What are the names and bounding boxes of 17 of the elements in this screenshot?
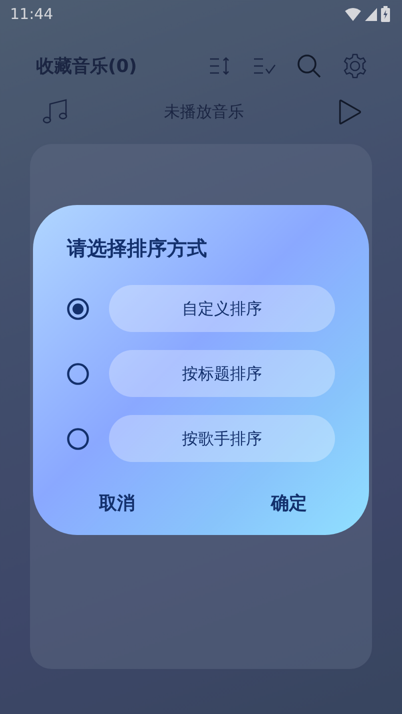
music-note-icon xyxy=(42,98,70,126)
radio-button[interactable] xyxy=(67,428,89,450)
cancel-button[interactable]: 取消 xyxy=(91,486,143,521)
settings-icon[interactable] xyxy=(342,53,368,79)
status-time: 11:44 xyxy=(10,4,54,25)
confirm-button[interactable]: 确定 xyxy=(263,486,315,521)
search-icon[interactable] xyxy=(296,53,322,79)
sort-option[interactable]: 自定义排序 xyxy=(109,285,335,332)
play-icon[interactable] xyxy=(338,98,362,126)
signal-icon xyxy=(365,8,377,20)
radio-button[interactable] xyxy=(67,362,89,384)
radio-button[interactable] xyxy=(67,298,89,320)
wifi-icon xyxy=(345,8,361,20)
dialog-title: 请选择排序方式 xyxy=(67,235,208,262)
sort-option[interactable]: 按标题排序 xyxy=(109,350,335,397)
sort-option[interactable]: 按歌手排序 xyxy=(109,415,335,462)
battery-icon xyxy=(381,6,390,22)
